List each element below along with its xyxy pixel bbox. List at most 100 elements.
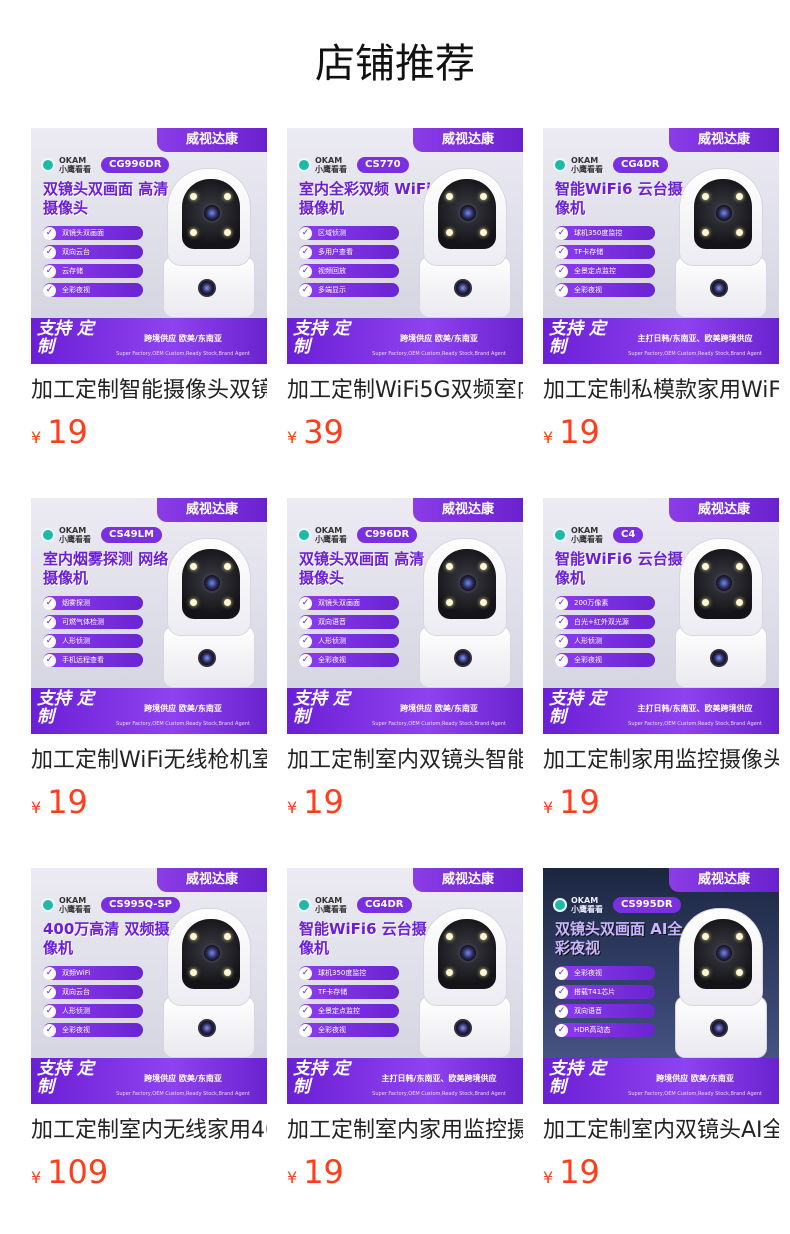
check-icon: ✓ [555,226,568,240]
feature-label: 人形侦测 [318,637,346,645]
check-icon: ✓ [43,634,56,648]
feature-pill: ✓ 烟雾探测 [43,596,143,610]
product-title[interactable]: 加工定制室内无线家用400万高清双频摄像机 [31,1116,267,1146]
product-title[interactable]: 加工定制WiFi5G双频室内全彩摄像机 [287,376,523,406]
product-title[interactable]: 加工定制室内双镜头智能摄像头 [287,746,523,776]
feature-label: 人形侦测 [62,637,90,645]
product-title[interactable]: 加工定制室内家用监控摄像头云台摄像机 [287,1116,523,1146]
camera-face [694,549,752,619]
product-card[interactable]: 威视达康 OKAM 小鹰看看 CG996DR 双镜头双画面 高清摄像头 ✓ 双镜… [31,128,267,458]
product-image[interactable]: 威视达康 OKAM 小鹰看看 CS770 室内全彩双频 WiFi摄像机 ✓ 区域… [287,128,523,364]
promo-sub: Super Factory,OEM Custom,Ready Stock,Bra… [628,721,762,727]
product-title[interactable]: 加工定制WiFi无线枪机室内烟雾探测摄像机 [31,746,267,776]
brand-tab: 威视达康 [669,498,779,522]
product-image[interactable]: 威视达康 OKAM 小鹰看看 CG4DR 智能WiFi6 云台摄像机 ✓ 球机3… [543,128,779,364]
camera-illustration [415,908,511,1058]
feature-pill: ✓ 人形侦测 [43,1004,143,1018]
led-light [224,563,231,570]
product-card[interactable]: 威视达康 OKAM 小鹰看看 CS49LM 室内烟雾探测 网络摄像机 ✓ 烟雾探… [31,498,267,828]
feature-label: TF卡存储 [318,988,348,996]
promo-bar: 支持 定制 跨境供应 欧美/东南亚 Super Factory,OEM Cust… [31,688,267,734]
model-badge: CS770 [357,157,409,173]
check-icon: ✓ [555,615,568,629]
check-icon: ✓ [43,245,56,259]
product-card[interactable]: 威视达康 OKAM 小鹰看看 CG4DR 智能WiFi6 云台摄像机 ✓ 球机3… [543,128,779,458]
product-image[interactable]: 威视达康 OKAM 小鹰看看 CS49LM 室内烟雾探测 网络摄像机 ✓ 烟雾探… [31,498,267,734]
product-card[interactable]: 威视达康 OKAM 小鹰看看 CS995DR 双镜头双画面 AI全彩夜视 ✓ 全… [543,868,779,1198]
feature-label: 全彩夜视 [574,656,602,664]
brand-logo: OKAM 小鹰看看 CS49LM [41,526,162,544]
brand-logo: OKAM 小鹰看看 CS770 [297,156,409,174]
led-light [736,969,743,976]
feature-label: HDR高动态 [574,1026,611,1034]
product-card[interactable]: 威视达康 OKAM 小鹰看看 C996DR 双镜头双画面 高清摄像头 ✓ 双镜头… [287,498,523,828]
product-image[interactable]: 威视达康 OKAM 小鹰看看 C4 智能WiFi6 云台摄像机 ✓ 200万像素… [543,498,779,734]
camera-lens [458,203,478,223]
led-light [190,229,197,236]
product-card[interactable]: 威视达康 OKAM 小鹰看看 CS995Q-SP 400万高清 双频摄像机 ✓ … [31,868,267,1198]
product-title[interactable]: 加工定制私模款家用WiFi6云台摄像机 [543,376,779,406]
custom-tag: 支持 定制 [37,319,94,357]
custom-tag: 支持 定制 [293,689,350,727]
price-amount: 109 [47,1153,109,1191]
camera-head [423,538,507,636]
feature-label: 人形侦测 [62,1007,90,1015]
feature-pill: ✓ 多用户查看 [299,245,399,259]
product-image[interactable]: 威视达康 OKAM 小鹰看看 C996DR 双镜头双画面 高清摄像头 ✓ 双镜头… [287,498,523,734]
product-title[interactable]: 加工定制智能摄像头双镜头双画面高清摄像头 [31,376,267,406]
brand-tab: 威视达康 [413,498,523,522]
promo-bar: 支持 定制 跨境供应 欧美/东南亚 Super Factory,OEM Cust… [287,318,523,364]
camera-lens [202,943,222,963]
promo-bar: 支持 定制 主打日韩/东南亚、欧美跨境供应 Super Factory,OEM … [287,1058,523,1104]
promo-main: 主打日韩/东南亚、欧美跨境供应 [637,334,753,343]
feature-label: 全彩夜视 [318,1026,346,1034]
camera-face [438,549,496,619]
feature-pill: ✓ 全彩夜视 [43,283,143,297]
check-icon: ✓ [299,634,312,648]
product-card[interactable]: 威视达康 OKAM 小鹰看看 C4 智能WiFi6 云台摄像机 ✓ 200万像素… [543,498,779,828]
eye-logo-icon [41,898,55,912]
feature-label: 全彩夜视 [62,286,90,294]
check-icon: ✓ [43,615,56,629]
check-icon: ✓ [555,283,568,297]
brand-tab: 威视达康 [157,868,267,892]
product-image[interactable]: 威视达康 OKAM 小鹰看看 CG996DR 双镜头双画面 高清摄像头 ✓ 双镜… [31,128,267,364]
promo-main: 跨境供应 欧美/东南亚 [400,704,478,713]
led-light [702,599,709,606]
check-icon: ✓ [299,1023,312,1037]
led-light [446,229,453,236]
product-image[interactable]: 威视达康 OKAM 小鹰看看 CG4DR 智能WiFi6 云台摄像机 ✓ 球机3… [287,868,523,1104]
camera-illustration [671,538,767,688]
camera-face [694,919,752,989]
logo-subtext: 小鹰看看 [59,165,91,174]
feature-pill: ✓ HDR高动态 [555,1023,655,1037]
product-image[interactable]: 威视达康 OKAM 小鹰看看 CS995DR 双镜头双画面 AI全彩夜视 ✓ 全… [543,868,779,1104]
check-icon: ✓ [43,226,56,240]
feature-list: ✓ 球机350度监控 ✓ TF卡存储 ✓ 全景定点监控 ✓ 全彩夜视 [555,226,655,302]
promo-sub: Super Factory,OEM Custom,Ready Stock,Bra… [372,1091,506,1097]
check-icon: ✓ [43,264,56,278]
eye-logo-icon [553,898,567,912]
feature-pill: ✓ 多端显示 [299,283,399,297]
brand-tab: 威视达康 [157,128,267,152]
camera-lens [714,203,734,223]
camera-lens [714,943,734,963]
check-icon: ✓ [43,653,56,667]
logo-subtext: 小鹰看看 [315,535,347,544]
check-icon: ✓ [43,596,56,610]
product-image[interactable]: 威视达康 OKAM 小鹰看看 CS995Q-SP 400万高清 双频摄像机 ✓ … [31,868,267,1104]
led-light [224,193,231,200]
product-title[interactable]: 加工定制家用监控摄像头智能WiFi6云台 [543,746,779,776]
camera-head [679,538,763,636]
model-badge: C4 [613,527,644,543]
led-light [480,933,487,940]
product-title[interactable]: 加工定制室内双镜头AI全彩夜视摄像头 [543,1116,779,1146]
led-light [446,933,453,940]
led-light [480,599,487,606]
product-card[interactable]: 威视达康 OKAM 小鹰看看 CG4DR 智能WiFi6 云台摄像机 ✓ 球机3… [287,868,523,1198]
product-card[interactable]: 威视达康 OKAM 小鹰看看 CS770 室内全彩双频 WiFi摄像机 ✓ 区域… [287,128,523,458]
model-badge: CS49LM [101,527,162,543]
custom-tag: 支持 定制 [549,319,606,357]
feature-pill: ✓ 全彩夜视 [555,966,655,980]
logo-text: OKAM [59,526,87,535]
